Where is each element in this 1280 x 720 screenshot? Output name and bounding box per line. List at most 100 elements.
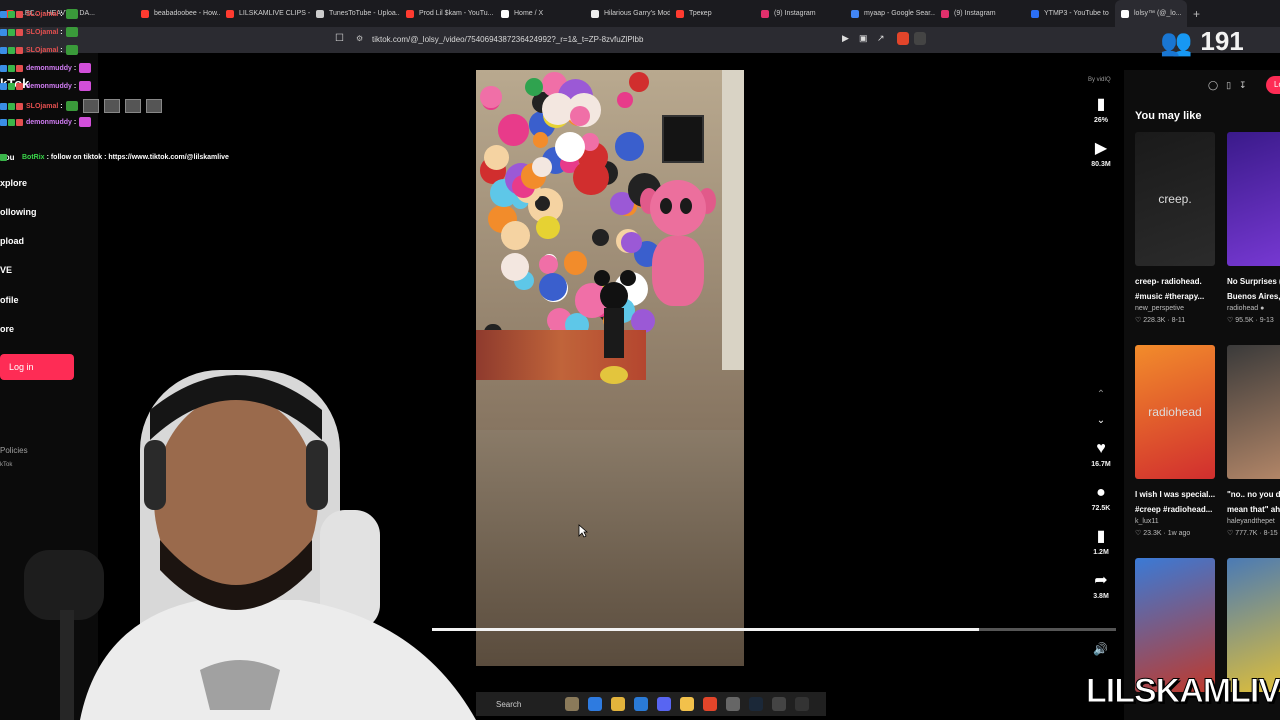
chat-username[interactable]: demonmuddy [26,65,72,72]
chat-username[interactable]: SLOjamal [26,47,58,54]
like-button[interactable]: ♥ 16.7M [1088,440,1114,468]
nav-live[interactable]: VE [0,265,12,275]
app2-icon[interactable] [772,697,786,711]
address-bar[interactable]: ☐ ⚙ tiktok.com/@_lolsy_/video/7540694387… [0,27,1280,53]
discord-icon[interactable] [657,697,671,711]
browser-tab[interactable]: YTMP3 - YouTube to [1025,0,1115,27]
recommended-video-card[interactable]: "no.. no you d mean that" ah haleyandthepe… [1227,345,1280,537]
brave-shield-icon[interactable] [897,32,909,45]
share-icon[interactable]: ↗ [877,33,885,44]
tab-label: Prod Lil $kam - YouTu... [419,10,494,17]
brave-rewards-icon[interactable] [914,32,926,45]
tab-label: (9) Instagram [954,10,996,17]
tab-favicon-icon [761,9,769,18]
url-text[interactable]: tiktok.com/@_lolsy_/video/75406943872364… [372,35,643,44]
browser-tab[interactable]: Трекер [670,0,755,27]
nav-more[interactable]: ore [0,324,14,334]
chat-text: : [73,82,77,90]
card-author[interactable]: k_lux11 [1135,518,1217,525]
card-title-line2[interactable]: #music #therapy... [1135,289,1217,304]
card-title[interactable]: creep- radiohead. [1135,274,1217,289]
card-title[interactable]: I wish I was special... [1135,487,1217,502]
stats-button[interactable]: ▮ 26% [1088,96,1114,124]
new-tab-icon[interactable]: + [1193,7,1200,21]
card-title[interactable]: "no.. no you d [1227,487,1280,502]
video-progress-bar[interactable] [432,628,1116,631]
recommended-video-card[interactable]: No Surprises (Buenos Aires, ...radiohead… [1227,132,1280,324]
tab-favicon-icon [1121,9,1129,18]
recommended-video-card[interactable]: creep. creep- radiohead. #music #therapy..… [1135,132,1217,324]
chat-username[interactable]: SLOjamal [26,29,58,36]
panel-top-icons: ◯ ▯ ↧ [1208,80,1247,91]
scroll-down-button[interactable]: ⌄ [1088,412,1114,430]
chat-username[interactable]: demonmuddy [26,119,72,126]
browser-tab[interactable]: Hilarious Garry's Mod [585,0,670,27]
chat-badge-icon [16,64,23,72]
cast-icon[interactable]: ▣ [859,33,868,44]
chat-username[interactable]: SLOjamal [26,11,58,18]
browser-tab[interactable]: lolsy™ (@_lo...× [1115,0,1187,27]
obs-icon[interactable] [726,697,740,711]
phone-icon[interactable]: ▯ [1226,80,1231,91]
chat-username[interactable]: BotRix [22,154,45,161]
video-thumbnail[interactable]: creep. [1135,132,1215,266]
card-author[interactable]: haleyandthepet [1227,518,1280,525]
plush-toy [621,231,642,253]
browser-tab[interactable]: beabadoobee - How... [135,0,220,27]
tab-favicon-icon [316,9,324,18]
bookmark-icon[interactable]: ☐ [335,33,345,45]
bar-chart-icon: ▮ [1096,96,1106,113]
nav-profile[interactable]: ofile [0,295,19,305]
file-explorer-icon[interactable] [611,697,625,711]
video-player[interactable] [476,70,744,666]
app3-icon[interactable] [795,697,809,711]
plays-button[interactable]: ▶ 80.3M [1088,140,1114,168]
video-thumbnail[interactable] [1227,345,1280,479]
browser-tab[interactable]: myaap - Google Sear... [845,0,935,27]
browser-tab[interactable]: TunesToTube - Uploa... [310,0,400,27]
save-button[interactable]: ▮ 1.2M [1088,528,1114,556]
chat-username[interactable]: demonmuddy [26,83,72,90]
card-title-line2[interactable]: Buenos Aires, ... [1227,289,1280,304]
tab-favicon-icon [1031,9,1039,18]
plush-toy [501,221,531,251]
video-thumbnail[interactable] [1227,132,1280,266]
steam-icon[interactable] [749,697,763,711]
link-icon[interactable]: ◯ [1208,80,1218,91]
card-title-line2[interactable]: #creep #radiohead... [1135,502,1217,517]
card-author[interactable]: new_perspetive [1135,305,1217,312]
video-thumbnail[interactable]: radiohead [1135,345,1215,479]
nav-upload[interactable]: pload [0,236,24,246]
volume-icon[interactable]: 🔊 [1093,642,1108,656]
share-button[interactable]: ➦ 3.8M [1088,572,1114,600]
app-icon[interactable] [680,697,694,711]
card-title-line2[interactable]: mean that" ah [1227,502,1280,517]
site-info-icon[interactable]: ⚙ [356,34,363,43]
browser-tab[interactable]: LILSKAMLIVE CLIPS - [220,0,310,27]
taskbar-search[interactable]: Search [496,700,556,709]
browser-tab[interactable]: (9) Instagram [935,0,1025,27]
chat-text: : [60,102,63,110]
thumbnail-caption: creep. [1158,192,1192,206]
tab-favicon-icon [676,9,684,18]
mute-tab-icon[interactable]: ▶ [842,33,849,44]
nav-explore[interactable]: xplore [0,178,27,188]
card-title[interactable]: No Surprises ( [1227,274,1280,289]
download-icon[interactable]: ↧ [1239,80,1247,91]
browser-tab[interactable]: (9) Instagram [755,0,845,27]
edge-icon[interactable] [588,697,602,711]
store-icon[interactable] [634,697,648,711]
weather-icon[interactable] [565,697,579,711]
tab-label: YTMP3 - YouTube to [1044,10,1109,17]
chat-username[interactable]: SLOjamal [26,103,58,110]
recommended-video-card[interactable]: radiohead I wish I was special... #creep #… [1135,345,1217,537]
card-author[interactable]: radiohead ● [1227,305,1280,312]
chat-message: SLOjamal: [0,27,78,37]
nav-following[interactable]: ollowing [0,207,37,217]
browser-tab[interactable]: Home / X [495,0,585,27]
comment-button[interactable]: ● 72.5K [1088,484,1114,512]
browser-tab[interactable]: Prod Lil $kam - YouTu... [400,0,495,27]
top-login-button[interactable]: Lo [1266,76,1280,94]
scroll-up-button[interactable]: ⌃ [1088,386,1114,404]
brave-icon[interactable] [703,697,717,711]
